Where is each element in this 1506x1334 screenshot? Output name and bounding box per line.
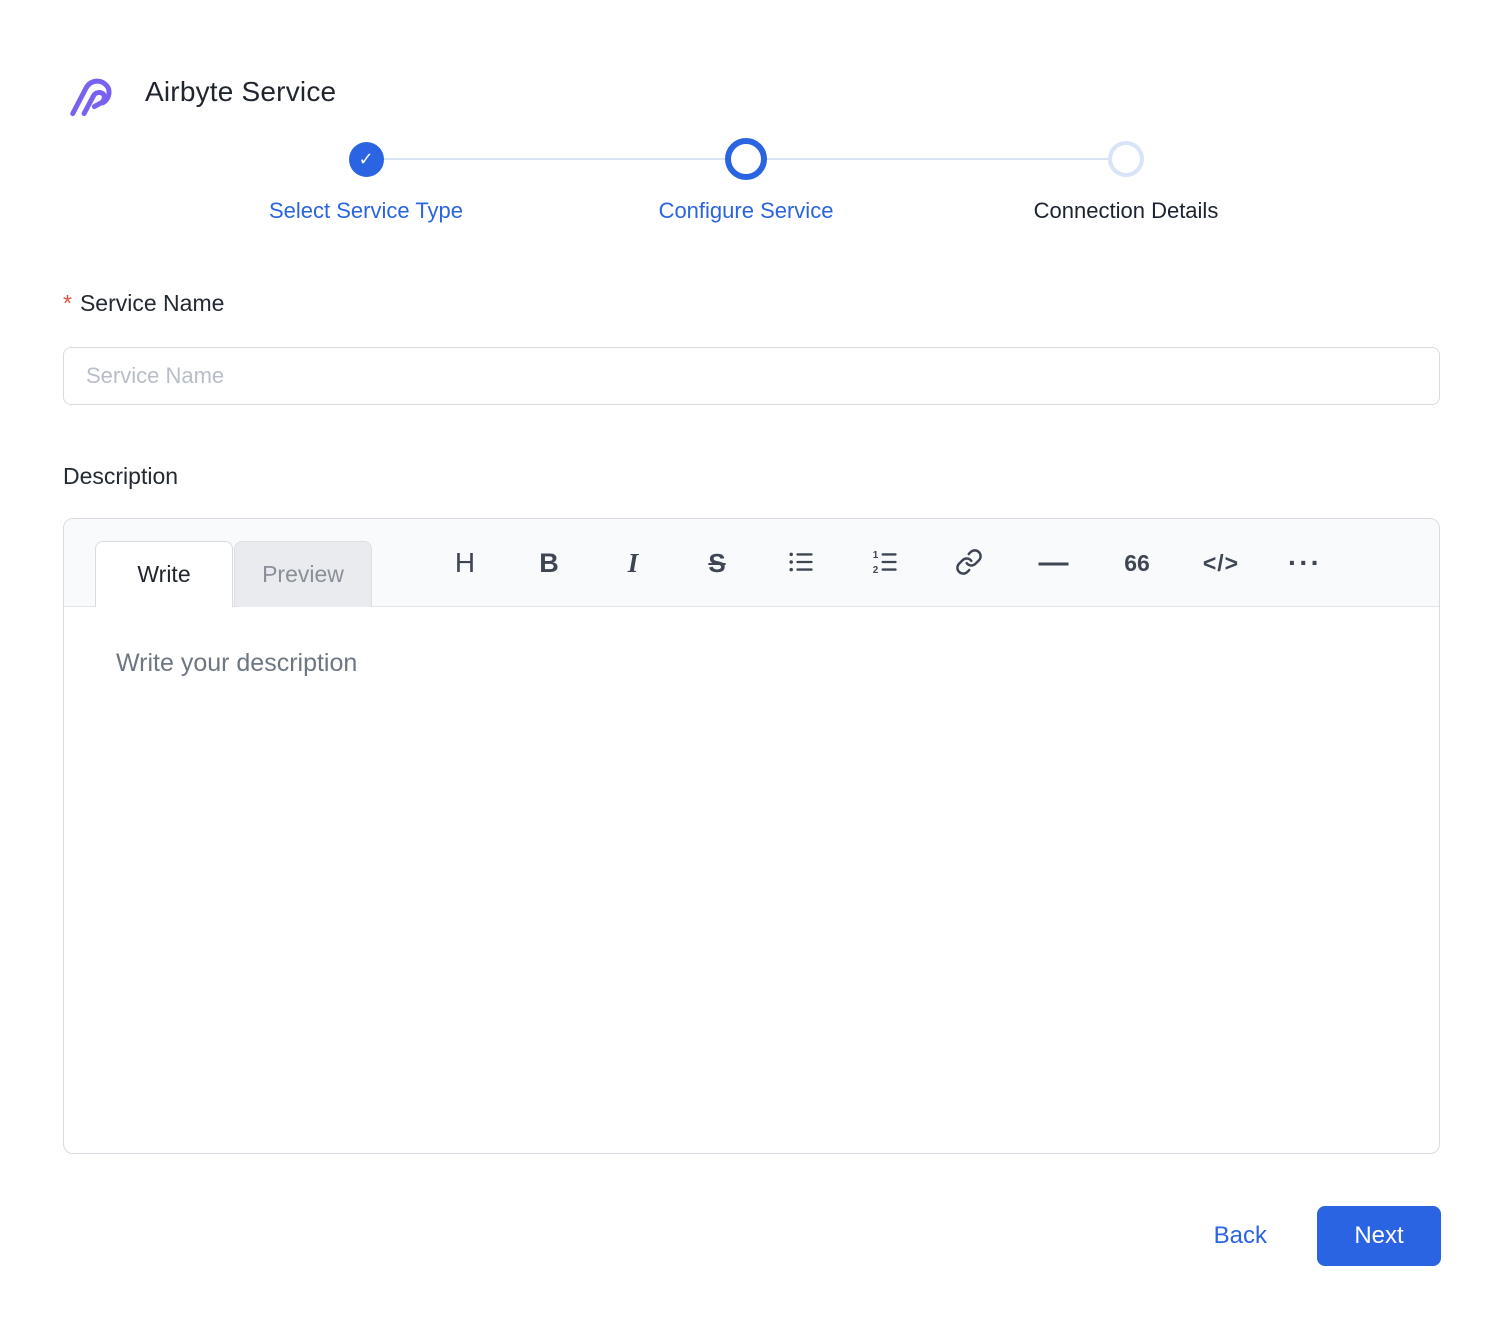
more-icon: ··· bbox=[1288, 547, 1322, 578]
header-icon: H bbox=[454, 547, 476, 578]
bold-button[interactable]: B bbox=[529, 537, 569, 589]
italic-icon: I bbox=[627, 547, 639, 578]
tab-preview[interactable]: Preview bbox=[234, 541, 372, 607]
step-completed-circle: ✓ bbox=[348, 141, 384, 177]
editor-body bbox=[64, 607, 1439, 1154]
more-button[interactable]: ··· bbox=[1285, 537, 1325, 589]
ordered-list-button[interactable]: 1 2 bbox=[865, 537, 905, 589]
airbyte-service-page: Airbyte Service ✓ Select Service Type Co… bbox=[0, 0, 1506, 1334]
italic-button[interactable]: I bbox=[613, 537, 653, 589]
step-configure-service: Configure Service bbox=[556, 136, 936, 224]
code-button[interactable]: </> bbox=[1201, 537, 1241, 589]
strikethrough-icon: S bbox=[708, 547, 726, 578]
app-header: Airbyte Service bbox=[63, 64, 336, 120]
airbyte-logo-icon bbox=[63, 64, 117, 120]
service-name-input[interactable] bbox=[63, 347, 1440, 405]
bold-icon: B bbox=[539, 547, 559, 578]
step-upcoming-circle bbox=[1108, 141, 1144, 177]
header-button[interactable]: H bbox=[445, 537, 485, 589]
check-icon: ✓ bbox=[358, 148, 374, 169]
step-connection-details: Connection Details bbox=[936, 136, 1316, 224]
editor-header: Write Preview H B I S 1 2 — 66 </> ··· bbox=[64, 519, 1439, 607]
description-label: Description bbox=[63, 463, 179, 489]
editor-toolbar: H B I S 1 2 — 66 </> ··· bbox=[445, 519, 1325, 607]
quote-icon: 66 bbox=[1124, 549, 1150, 576]
horizontal-rule-icon: — bbox=[1038, 546, 1069, 579]
unordered-list-button[interactable] bbox=[781, 537, 821, 589]
description-editor: Write Preview H B I S 1 2 — 66 </> ··· W… bbox=[63, 518, 1440, 1154]
service-name-label-text: Service Name bbox=[79, 290, 225, 316]
tab-write[interactable]: Write bbox=[95, 541, 233, 607]
description-textarea[interactable] bbox=[64, 607, 1439, 1154]
link-icon bbox=[955, 548, 983, 579]
strikethrough-button[interactable]: S bbox=[697, 537, 737, 589]
required-asterisk: * bbox=[63, 290, 72, 316]
code-icon: </> bbox=[1202, 549, 1240, 576]
svg-text:2: 2 bbox=[873, 565, 879, 576]
back-button[interactable]: Back bbox=[1214, 1222, 1267, 1250]
ordered-list-icon: 1 2 bbox=[871, 548, 899, 579]
quote-button[interactable]: 66 bbox=[1117, 537, 1157, 589]
step-label: Select Service Type bbox=[268, 198, 464, 223]
link-button[interactable] bbox=[949, 537, 989, 589]
page-title: Airbyte Service bbox=[145, 76, 337, 107]
form-actions: Back Next bbox=[1214, 1206, 1441, 1266]
svg-text:1: 1 bbox=[873, 550, 879, 561]
stepper: ✓ Select Service Type Configure Service … bbox=[176, 136, 1316, 236]
step-select-service-type: ✓ Select Service Type bbox=[176, 136, 556, 224]
editor-tabs: Write Preview bbox=[95, 541, 372, 607]
service-name-label: * Service Name bbox=[63, 290, 224, 317]
step-label: Configure Service bbox=[658, 198, 834, 223]
step-active-circle bbox=[725, 138, 767, 180]
unordered-list-icon bbox=[787, 548, 815, 579]
next-button[interactable]: Next bbox=[1317, 1206, 1441, 1266]
horizontal-rule-button[interactable]: — bbox=[1033, 537, 1073, 589]
step-label: Connection Details bbox=[1033, 198, 1219, 223]
